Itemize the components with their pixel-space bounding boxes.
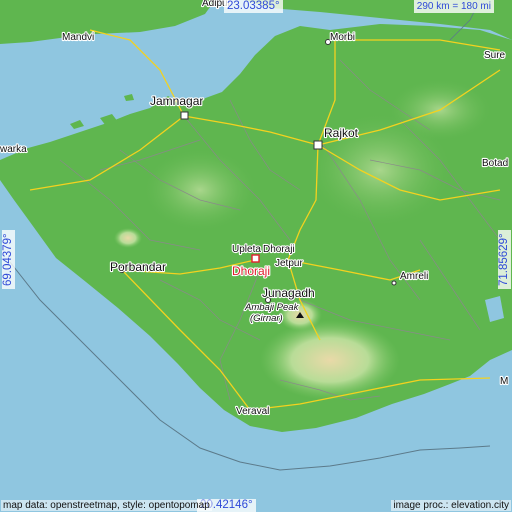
- label-surendranagar[interactable]: Sure: [483, 49, 507, 62]
- label-rajkot[interactable]: Rajkot: [323, 125, 360, 141]
- coord-left-longitude: 69.04379°: [2, 230, 15, 289]
- label-peak[interactable]: Ambaji Peak: [243, 301, 301, 314]
- amreli-marker[interactable]: [391, 280, 397, 286]
- scale-label: 290 km = 180 mi: [413, 0, 494, 13]
- label-junagadh[interactable]: Junagadh: [261, 285, 316, 301]
- label-dhoraji[interactable]: Dhoraji: [231, 263, 271, 279]
- label-morbi[interactable]: Morbi: [329, 31, 356, 44]
- barda-hills: [114, 228, 142, 248]
- label-dhoraji-small[interactable]: Dhoraji: [262, 243, 296, 256]
- credit-map-data: map data: openstreetmap, style: opentopo…: [1, 500, 212, 511]
- label-veraval[interactable]: Veraval: [235, 405, 271, 418]
- coord-right-longitude: 71.85629°: [498, 230, 511, 289]
- label-dwarka[interactable]: warka: [0, 143, 28, 156]
- label-mahuva[interactable]: M: [499, 375, 510, 388]
- western-upland: [145, 150, 255, 230]
- topographic-map[interactable]: Adipur Mandvi Morbi Sure Jamnagar Rajkot…: [0, 0, 512, 512]
- label-amreli[interactable]: Amreli: [399, 270, 430, 283]
- label-porbandar[interactable]: Porbandar: [109, 259, 167, 275]
- label-peak-sub: (Girnar): [250, 313, 283, 324]
- rajkot-marker[interactable]: [313, 140, 323, 150]
- coord-top-latitude: 23.03385°: [224, 0, 283, 13]
- label-upleta[interactable]: Upleta: [231, 243, 263, 256]
- label-botad[interactable]: Botad: [481, 157, 509, 170]
- dhoraji-marker[interactable]: [251, 254, 260, 263]
- label-jetpur[interactable]: Jetpur: [274, 257, 305, 270]
- coord-right-container: 71.85629°: [497, 226, 512, 290]
- jamnagar-marker[interactable]: [180, 111, 189, 120]
- label-mandvi[interactable]: Mandvi: [61, 31, 95, 44]
- credit-image-proc: image proc.: elevation.city: [391, 500, 511, 511]
- label-jamnagar[interactable]: Jamnagar: [149, 93, 205, 109]
